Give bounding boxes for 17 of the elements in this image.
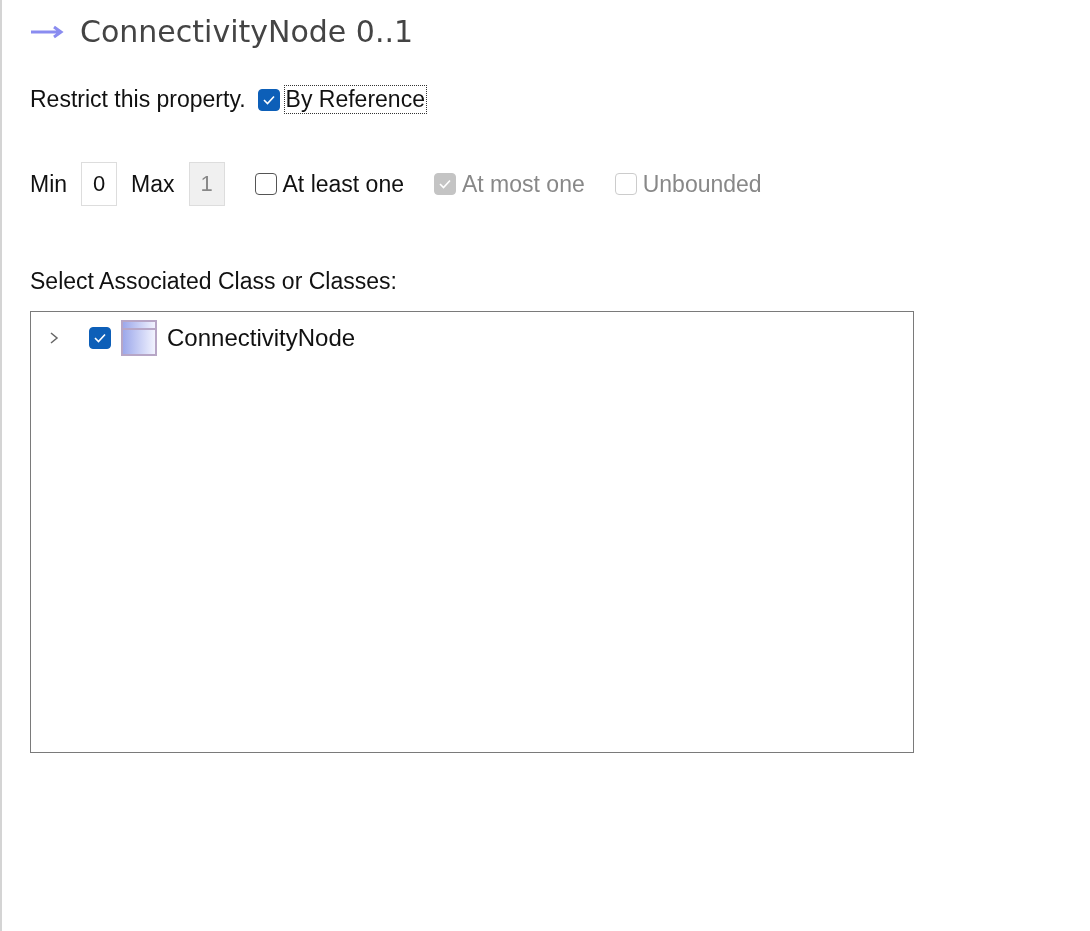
checkbox[interactable] xyxy=(254,173,277,195)
section-label: Select Associated Class or Classes: xyxy=(30,268,398,295)
property-title: ConnectivityNode 0..1 xyxy=(80,14,414,49)
max-label: Max xyxy=(131,170,175,198)
restrict-label: Restrict this property. xyxy=(30,86,246,113)
checkbox-label[interactable]: By Reference xyxy=(283,85,427,114)
class-name[interactable]: ConnectivityNode xyxy=(167,324,356,352)
class-icon xyxy=(121,320,157,356)
checkbox[interactable] xyxy=(257,88,280,111)
checkbox[interactable] xyxy=(89,327,111,349)
checkbox-label[interactable]: At least one xyxy=(282,170,404,198)
check-icon xyxy=(438,178,452,190)
check-icon xyxy=(261,93,276,106)
min-field[interactable]: 0 xyxy=(81,162,118,206)
arrow-icon xyxy=(30,24,64,39)
check-icon xyxy=(93,332,107,344)
min-label: Min xyxy=(30,170,68,198)
